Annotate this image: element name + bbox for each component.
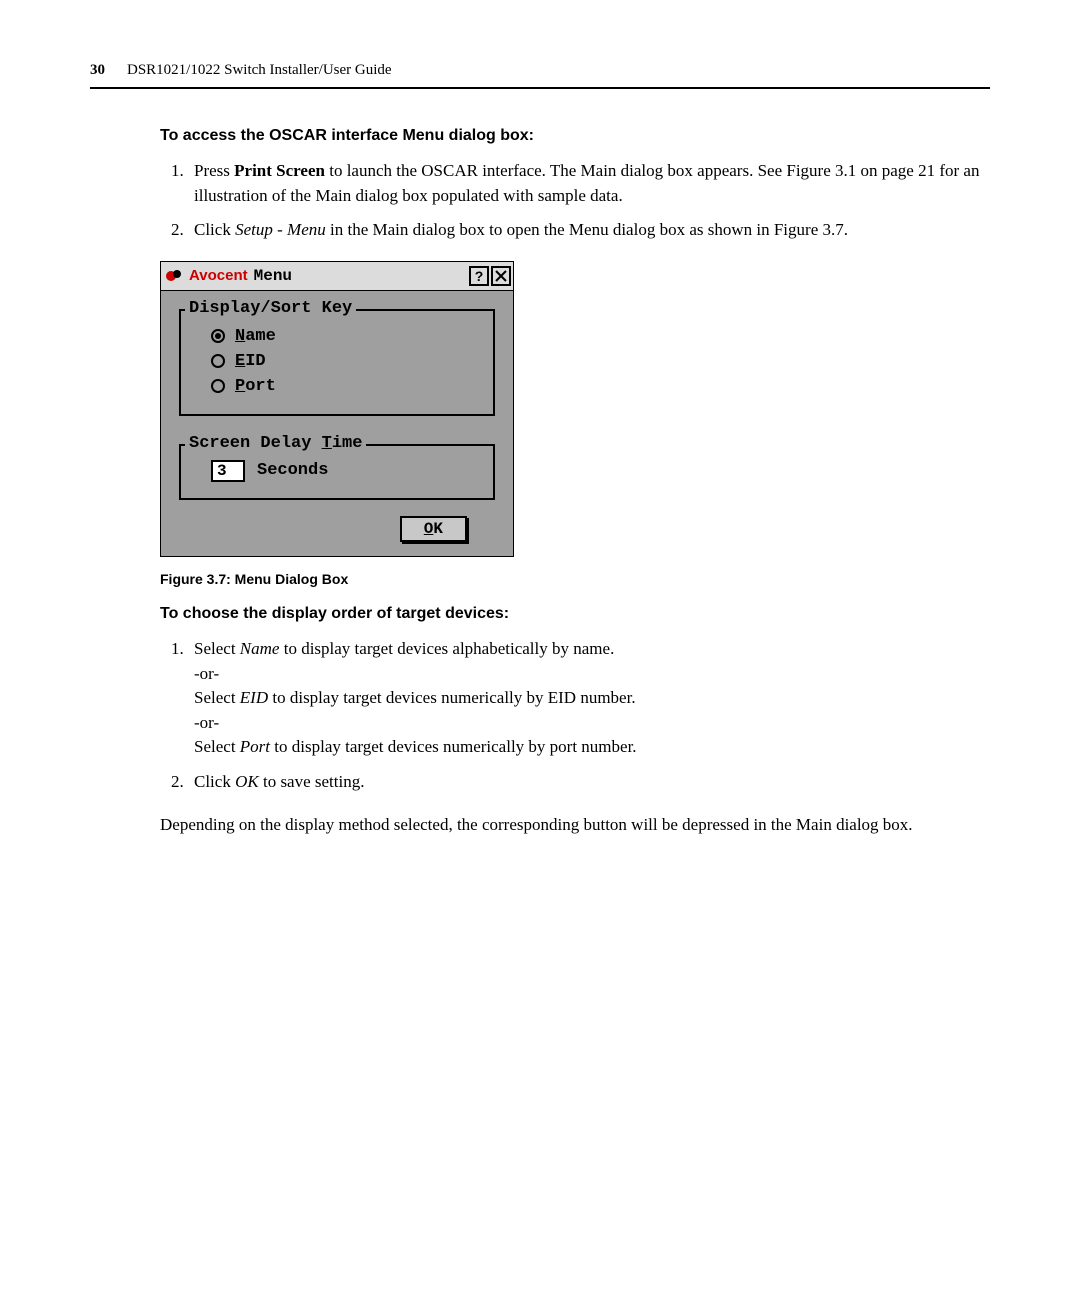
- s2-step-2: Click OK to save setting.: [188, 770, 990, 795]
- header-rule: [90, 87, 990, 89]
- s2-step-1: Select Name to display target devices al…: [188, 637, 990, 760]
- avocent-logo-icon: [165, 267, 183, 285]
- screen-delay-group: Screen Delay Time 3 Seconds: [179, 444, 495, 500]
- delay-seconds-input[interactable]: 3: [211, 460, 245, 482]
- page-number: 30: [90, 62, 105, 78]
- step-2: Click Setup - Menu in the Main dialog bo…: [188, 218, 990, 243]
- radio-port-row[interactable]: Port: [211, 377, 481, 396]
- radio-eid-row[interactable]: EID: [211, 352, 481, 371]
- section2-heading: To choose the display order of target de…: [160, 605, 990, 623]
- section1-steps: Press Print Screen to launch the OSCAR i…: [160, 159, 990, 243]
- close-button[interactable]: [491, 266, 511, 286]
- radio-eid-label: EID: [235, 352, 266, 371]
- section1-heading: To access the OSCAR interface Menu dialo…: [160, 127, 990, 145]
- radio-name[interactable]: [211, 329, 225, 343]
- menu-dialog: Avocent Menu ? Display/Sort Key Name: [160, 261, 514, 557]
- radio-port-label: Port: [235, 377, 276, 396]
- ok-button[interactable]: OK: [400, 516, 467, 542]
- group1-legend: Display/Sort Key: [185, 299, 356, 318]
- display-sort-group: Display/Sort Key Name EID Port: [179, 309, 495, 416]
- radio-name-row[interactable]: Name: [211, 327, 481, 346]
- dialog-title: Menu: [254, 267, 467, 285]
- help-button[interactable]: ?: [469, 266, 489, 286]
- figure-caption: Figure 3.7: Menu Dialog Box: [160, 571, 990, 587]
- doc-title: DSR1021/1022 Switch Installer/User Guide: [127, 62, 392, 78]
- section2-steps: Select Name to display target devices al…: [160, 637, 990, 795]
- title-brand: Avocent: [189, 267, 248, 284]
- radio-port[interactable]: [211, 379, 225, 393]
- radio-name-label: Name: [235, 327, 276, 346]
- step-1: Press Print Screen to launch the OSCAR i…: [188, 159, 990, 208]
- running-header: 30 DSR1021/1022 Switch Installer/User Gui…: [90, 62, 990, 79]
- close-icon: [495, 270, 507, 282]
- radio-eid[interactable]: [211, 354, 225, 368]
- group2-legend: Screen Delay Time: [185, 434, 366, 453]
- dialog-titlebar: Avocent Menu ?: [161, 262, 513, 291]
- closing-paragraph: Depending on the display method selected…: [160, 813, 990, 838]
- delay-unit-label: Seconds: [257, 461, 328, 480]
